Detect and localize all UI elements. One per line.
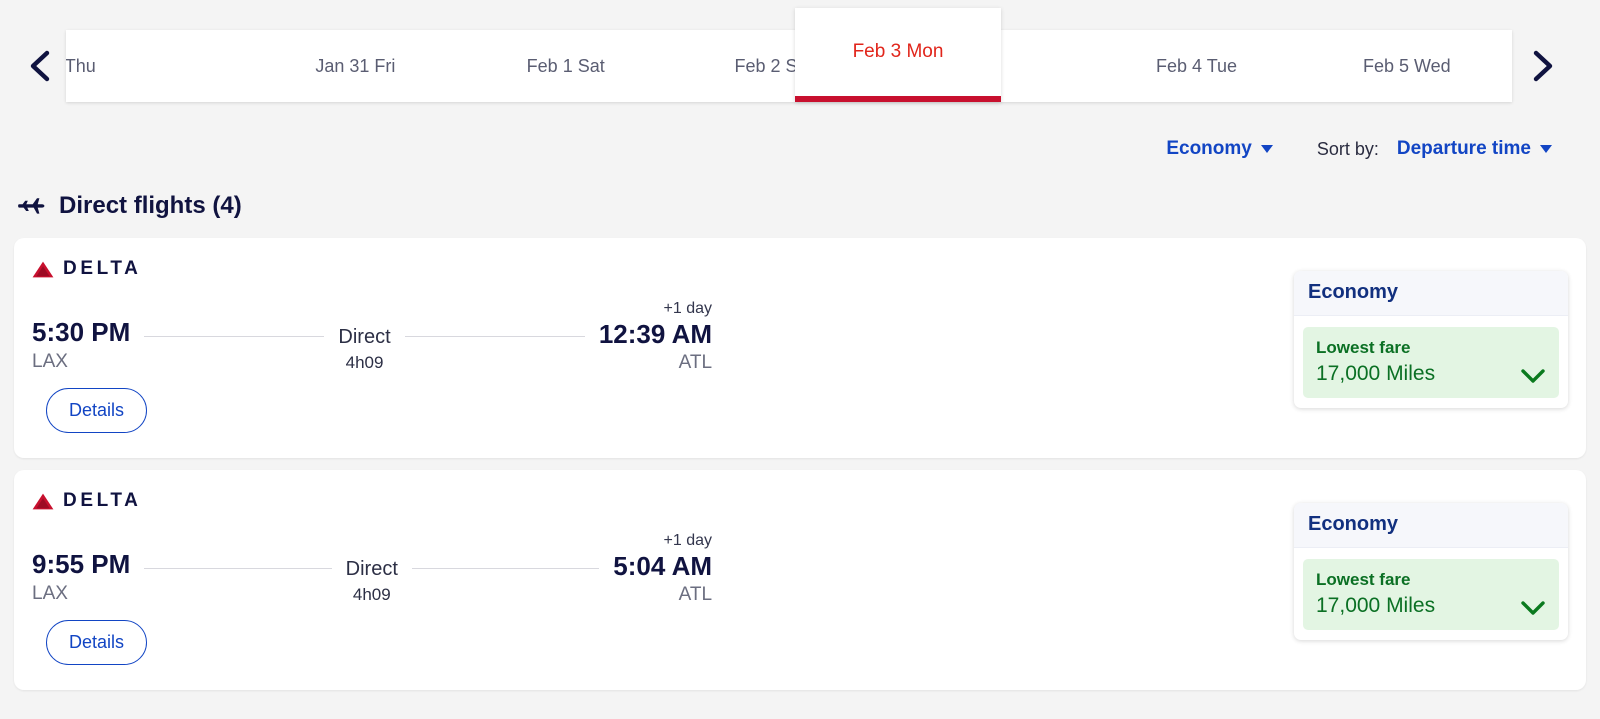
arrival-airport: ATL xyxy=(678,352,713,374)
date-tab-5[interactable]: Feb 4 Tue xyxy=(1091,30,1301,102)
plus-day-badge: +1 day xyxy=(663,300,713,317)
itinerary-summary: 5:30 PM LAX Direct 4h09 +1 day 12:39 AM … xyxy=(32,300,712,378)
stops-label: Direct xyxy=(338,326,391,348)
arrival-time: 5:04 AM xyxy=(613,550,713,581)
fare-body: Lowest fare 17,000 Miles xyxy=(1294,316,1568,408)
delta-widget-icon xyxy=(32,493,54,510)
departure-block: 5:30 PM LAX xyxy=(32,300,130,376)
fare-body: Lowest fare 17,000 Miles xyxy=(1294,548,1568,640)
chevron-down-icon[interactable] xyxy=(1520,368,1546,387)
lowest-fare-option[interactable]: Lowest fare 17,000 Miles xyxy=(1303,559,1559,630)
date-tab-selected[interactable]: Feb 3 Mon xyxy=(795,8,1001,102)
fare-badge: Lowest fare xyxy=(1316,570,1411,589)
airplane-icon xyxy=(18,195,46,217)
delta-widget-icon xyxy=(32,261,54,278)
route-line-segment-2 xyxy=(404,336,585,337)
next-dates-button[interactable] xyxy=(1524,48,1560,84)
fare-card: Economy Lowest fare 17,000 Miles xyxy=(1294,271,1568,408)
flight-result-card[interactable]: DELTA 5:30 PM LAX Direct 4h09 +1 day 12:… xyxy=(14,238,1586,458)
plus-day-badge: +1 day xyxy=(663,532,713,549)
route-line-segment-2 xyxy=(411,568,600,569)
direct-flights-heading: Direct flights (4) xyxy=(0,178,1600,238)
airline-name: DELTA xyxy=(63,490,142,511)
airline-name: DELTA xyxy=(63,258,142,279)
flight-result-card[interactable]: DELTA 9:55 PM LAX Direct 4h09 +1 day 5:0… xyxy=(14,470,1586,690)
page-title: Direct flights (4) xyxy=(59,192,242,219)
flight-duration: 4h09 xyxy=(352,585,391,604)
lowest-fare-option[interactable]: Lowest fare 17,000 Miles xyxy=(1303,327,1559,398)
fare-cabin-label: Economy xyxy=(1294,503,1568,548)
departure-block: 9:55 PM LAX xyxy=(32,532,130,608)
sort-by-value: Departure time xyxy=(1396,138,1531,159)
stops-block: Direct 4h09 xyxy=(346,532,398,608)
arrival-airport: ATL xyxy=(678,584,713,606)
date-tab-1[interactable]: Jan 31 Fri xyxy=(250,30,460,102)
fare-price: 17,000 Miles xyxy=(1316,593,1436,617)
departure-time: 5:30 PM xyxy=(32,317,131,347)
fare-text: Lowest fare 17,000 Miles xyxy=(1316,336,1435,387)
cabin-class-dropdown[interactable]: Economy xyxy=(1166,138,1273,160)
airline-branding: DELTA xyxy=(32,258,142,280)
fare-card: Economy Lowest fare 17,000 Miles xyxy=(1294,503,1568,640)
itinerary-summary: 9:55 PM LAX Direct 4h09 +1 day 5:04 AM A… xyxy=(32,532,712,610)
route-line-segment-1 xyxy=(144,336,325,337)
cabin-class-label: Economy xyxy=(1166,138,1252,159)
date-selector-bar: 30 Thu Jan 31 Fri Feb 1 Sat Feb 2 Sun Fe… xyxy=(0,0,1600,120)
departure-time: 9:55 PM xyxy=(32,549,131,579)
flight-duration: 4h09 xyxy=(345,353,384,372)
previous-dates-button[interactable] xyxy=(22,48,58,84)
date-tab-0[interactable]: 30 Thu xyxy=(66,30,250,102)
caret-down-icon xyxy=(1540,145,1552,153)
date-tab-2[interactable]: Feb 1 Sat xyxy=(461,30,671,102)
route-line-segment-1 xyxy=(144,568,332,569)
stops-label: Direct xyxy=(345,558,398,580)
date-tabs-container: 30 Thu Jan 31 Fri Feb 1 Sat Feb 2 Sun Fe… xyxy=(66,30,1512,102)
stops-block: Direct 4h09 xyxy=(338,300,390,376)
sort-by-dropdown[interactable]: Departure time xyxy=(1397,138,1552,160)
fare-badge: Lowest fare xyxy=(1316,338,1411,357)
arrival-block: +1 day 12:39 AM ATL xyxy=(599,300,712,378)
departure-airport: LAX xyxy=(32,350,68,372)
filter-sort-bar: Economy Sort by: Departure time xyxy=(0,120,1600,178)
airline-branding: DELTA xyxy=(32,490,142,512)
date-tab-6[interactable]: Feb 5 Wed xyxy=(1302,30,1512,102)
caret-down-icon xyxy=(1260,145,1273,153)
arrival-block: +1 day 5:04 AM ATL xyxy=(613,532,712,610)
departure-airport: LAX xyxy=(32,582,68,604)
sort-by-label: Sort by: xyxy=(1316,138,1379,159)
details-button[interactable]: Details xyxy=(46,620,148,665)
fare-price: 17,000 Miles xyxy=(1316,361,1436,385)
chevron-down-icon[interactable] xyxy=(1520,600,1546,619)
details-button[interactable]: Details xyxy=(46,388,148,433)
fare-cabin-label: Economy xyxy=(1294,271,1568,316)
fare-text: Lowest fare 17,000 Miles xyxy=(1316,568,1435,619)
arrival-time: 12:39 AM xyxy=(598,318,713,349)
